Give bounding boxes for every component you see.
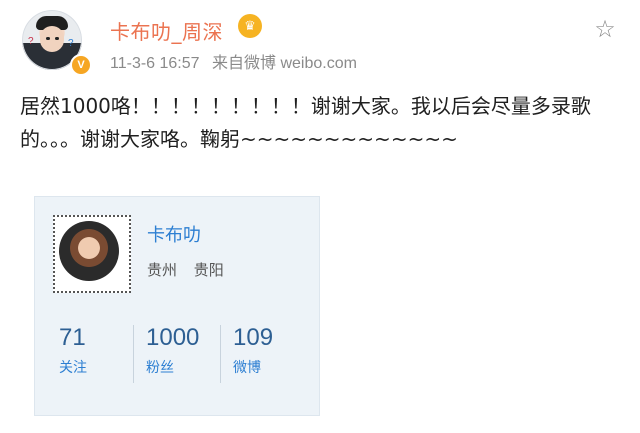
stat-followers-label: 粉丝 — [146, 360, 174, 376]
avatar-eye-left — [46, 37, 50, 40]
post-source[interactable]: 来自微博 weibo.com — [212, 55, 357, 72]
card-location-city: 贵阳 — [193, 261, 224, 279]
star-icon[interactable]: ☆ — [592, 15, 618, 43]
avatar-eye-right — [55, 37, 59, 40]
post-content: 居然1000咯！！！！！！！！！谢谢大家。我以后会尽量多录歌的。。。谢谢大家咯。… — [20, 94, 591, 151]
card-location: 贵州 贵阳 — [147, 259, 236, 280]
question-mark-right: ? — [68, 38, 74, 49]
crown-icon: ♛ — [238, 14, 262, 38]
post-timestamp[interactable]: 11-3-6 16:57 — [110, 55, 200, 72]
verified-badge-icon: V — [70, 54, 92, 76]
stat-following[interactable]: 71 关注 — [47, 325, 134, 383]
profile-card: 卡布叻 贵州 贵阳 71 关注 1000 粉丝 109 微博 — [34, 196, 320, 416]
username[interactable]: 卡布叻_周深 — [110, 16, 223, 45]
stat-posts-number: 109 — [233, 324, 274, 351]
card-username[interactable]: 卡布叻 — [147, 221, 201, 247]
card-location-province: 贵州 — [147, 261, 178, 279]
post-meta: 11-3-6 16:57 来自微博 weibo.com — [110, 49, 365, 73]
stat-followers-number: 1000 — [146, 324, 200, 351]
stat-posts[interactable]: 109 微博 — [221, 325, 307, 383]
avatar-face — [40, 26, 64, 52]
stat-posts-label: 微博 — [233, 360, 261, 376]
card-stats: 71 关注 1000 粉丝 109 微博 — [47, 325, 307, 383]
card-avatar[interactable] — [53, 215, 131, 293]
card-avatar-image — [59, 221, 119, 281]
question-mark-left: ? — [28, 36, 34, 47]
stat-followers[interactable]: 1000 粉丝 — [134, 325, 221, 383]
stat-following-number: 71 — [59, 324, 86, 351]
stat-following-label: 关注 — [59, 360, 87, 376]
